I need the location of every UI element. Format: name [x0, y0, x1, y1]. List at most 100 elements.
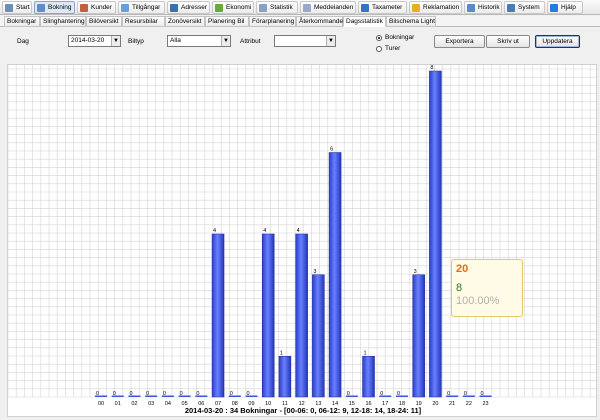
bar-value-label: 0 — [196, 391, 199, 397]
bar-hour-12[interactable] — [295, 233, 308, 398]
toolbar-reklamation-button[interactable]: Reklamation — [409, 1, 462, 14]
bar-value-label: 0 — [163, 391, 166, 397]
day-date-picker[interactable]: 2014-03-20 ▼ — [68, 35, 121, 47]
bar-value-label: 0 — [113, 391, 116, 397]
bar-value-label: 1 — [364, 350, 367, 356]
toolbar-bokning-button[interactable]: Bokning — [34, 1, 75, 14]
toolbar-label: Kunder — [91, 4, 112, 11]
toolbar-label: Tillgångar — [132, 4, 161, 11]
bar-value-label: 0 — [380, 391, 383, 397]
money-icon — [215, 3, 223, 12]
toolbar-start-button[interactable]: Start — [2, 1, 32, 14]
bar-value-label: 0 — [347, 391, 350, 397]
bar-value-label: 0 — [397, 391, 400, 397]
toolbar-tillgångar-button[interactable]: Tillgångar — [118, 1, 165, 14]
radio-trips[interactable]: Turer — [376, 45, 400, 52]
bar-value-label: 0 — [230, 391, 233, 397]
bar-value-label: 6 — [330, 147, 333, 153]
toolbar-system-button[interactable]: System — [504, 1, 545, 14]
print-button[interactable]: Skriv ut — [486, 35, 530, 48]
bar-value-label: 0 — [447, 391, 450, 397]
attribute-label: Attribut — [240, 38, 261, 45]
bar-value-label: 4 — [263, 228, 266, 234]
bar-hour-11[interactable] — [278, 356, 292, 398]
bar-value-label: 0 — [246, 391, 249, 397]
history-icon — [467, 3, 475, 12]
radio-button[interactable] — [376, 45, 382, 52]
car-icon — [121, 3, 129, 12]
toolbar-label: Hjälp — [561, 4, 576, 11]
toolbar-statistik-button[interactable]: Statistik — [256, 1, 298, 14]
subtab-återkommande[interactable]: Återkommande — [296, 16, 343, 27]
subtab-förarplanering[interactable]: Förarplanering — [249, 16, 296, 27]
system-icon — [507, 3, 515, 12]
bar-value-label: 8 — [430, 65, 433, 71]
toolbar-historik-button[interactable]: Historik — [464, 1, 502, 14]
subtab-bokningar[interactable]: Bokningar — [4, 16, 40, 27]
subtab-bilschema-light[interactable]: Bilschema Light — [386, 16, 436, 27]
cartype-label: Biltyp — [128, 38, 144, 45]
main-toolbar: Start Bokning Kunder Tillgångar Adresser Ekon… — [0, 0, 600, 15]
bar-value-label: 4 — [213, 228, 216, 234]
bar-value-label: 1 — [280, 350, 283, 356]
toolbar-ekonomi-button[interactable]: Ekonomi — [212, 1, 254, 14]
chart-bars — [95, 70, 492, 398]
bar-value-label: 3 — [313, 269, 316, 275]
toolbar-hjälp-button[interactable]: Hjälp — [547, 1, 583, 14]
toolbar-taxameter-button[interactable]: Taxameter — [358, 1, 407, 14]
x-tick-label: 21 — [449, 401, 455, 407]
bar-value-label: 3 — [414, 269, 417, 275]
x-tick-label: 04 — [165, 401, 171, 407]
day-label: Dag — [17, 38, 29, 45]
tooltip-count: 8 — [456, 282, 463, 294]
bar-hour-10[interactable] — [261, 233, 275, 398]
update-button[interactable]: Uppdatera — [535, 35, 580, 48]
bar-value-label: 0 — [464, 391, 467, 397]
bar-value-label: 0 — [146, 391, 149, 397]
subtab-slinghantering[interactable]: Slinghantering — [40, 16, 86, 27]
smiley-icon — [412, 3, 420, 12]
bookings-bar-chart: 0000010020030040050064070080094101114123… — [7, 65, 598, 415]
toolbar-adresser-button[interactable]: Adresser — [167, 1, 210, 14]
cartype-value: Alla — [170, 37, 181, 44]
bar-hour-19[interactable] — [412, 274, 425, 398]
bar-tooltip: 20 8 100.00% — [451, 259, 523, 317]
radio-trips-label: Turer — [385, 45, 401, 52]
toolbar-label: Taxameter — [372, 4, 403, 11]
toolbar-label: Start — [16, 4, 30, 11]
x-tick-label: 00 — [98, 401, 104, 407]
tooltip-hour: 20 — [456, 263, 469, 275]
subtab-bilöversikt[interactable]: Bilöversikt — [86, 16, 122, 27]
bar-value-label: 4 — [297, 228, 300, 234]
attribute-select[interactable]: ▼ — [274, 35, 336, 47]
chart-icon — [259, 3, 267, 12]
radio-button-selected[interactable] — [376, 34, 382, 41]
cartype-select[interactable]: Alla ▼ — [167, 35, 231, 47]
bar-hour-16[interactable] — [362, 356, 375, 398]
chevron-down-icon[interactable]: ▼ — [326, 36, 335, 46]
toolbar-label: Meddelanden — [314, 4, 354, 11]
subtab-resursbilar[interactable]: Resursbilar — [122, 16, 165, 27]
bar-hour-07[interactable] — [211, 233, 225, 398]
x-tick-label: 23 — [482, 401, 488, 407]
chevron-down-icon[interactable]: ▼ — [221, 36, 230, 46]
subtab-zonöversikt[interactable]: Zonöversikt — [165, 16, 205, 27]
x-tick-label: 22 — [466, 401, 472, 407]
export-button[interactable]: Exportera — [434, 35, 485, 48]
map-icon — [170, 3, 178, 12]
toolbar-kunder-button[interactable]: Kunder — [77, 1, 116, 14]
subtab-planering-bil[interactable]: Planering Bil — [205, 16, 249, 27]
message-icon — [303, 3, 311, 12]
bar-hour-14[interactable] — [328, 152, 342, 398]
x-tick-label: 03 — [148, 401, 154, 407]
toolbar-meddelanden-button[interactable]: Meddelanden — [300, 1, 356, 14]
toolbar-label: Historik — [478, 4, 500, 11]
radio-bookings[interactable]: Bokningar — [376, 34, 414, 41]
calendar-dropdown-icon[interactable]: ▼ — [111, 36, 120, 46]
bar-hour-20[interactable] — [429, 70, 442, 398]
help-icon — [550, 3, 558, 12]
bar-hour-13[interactable] — [312, 274, 325, 398]
bar-value-label: 0 — [481, 391, 484, 397]
toolbar-label: Statistik — [270, 4, 293, 11]
subtab-dagsstatistik[interactable]: Dagsstatistik — [343, 16, 386, 27]
